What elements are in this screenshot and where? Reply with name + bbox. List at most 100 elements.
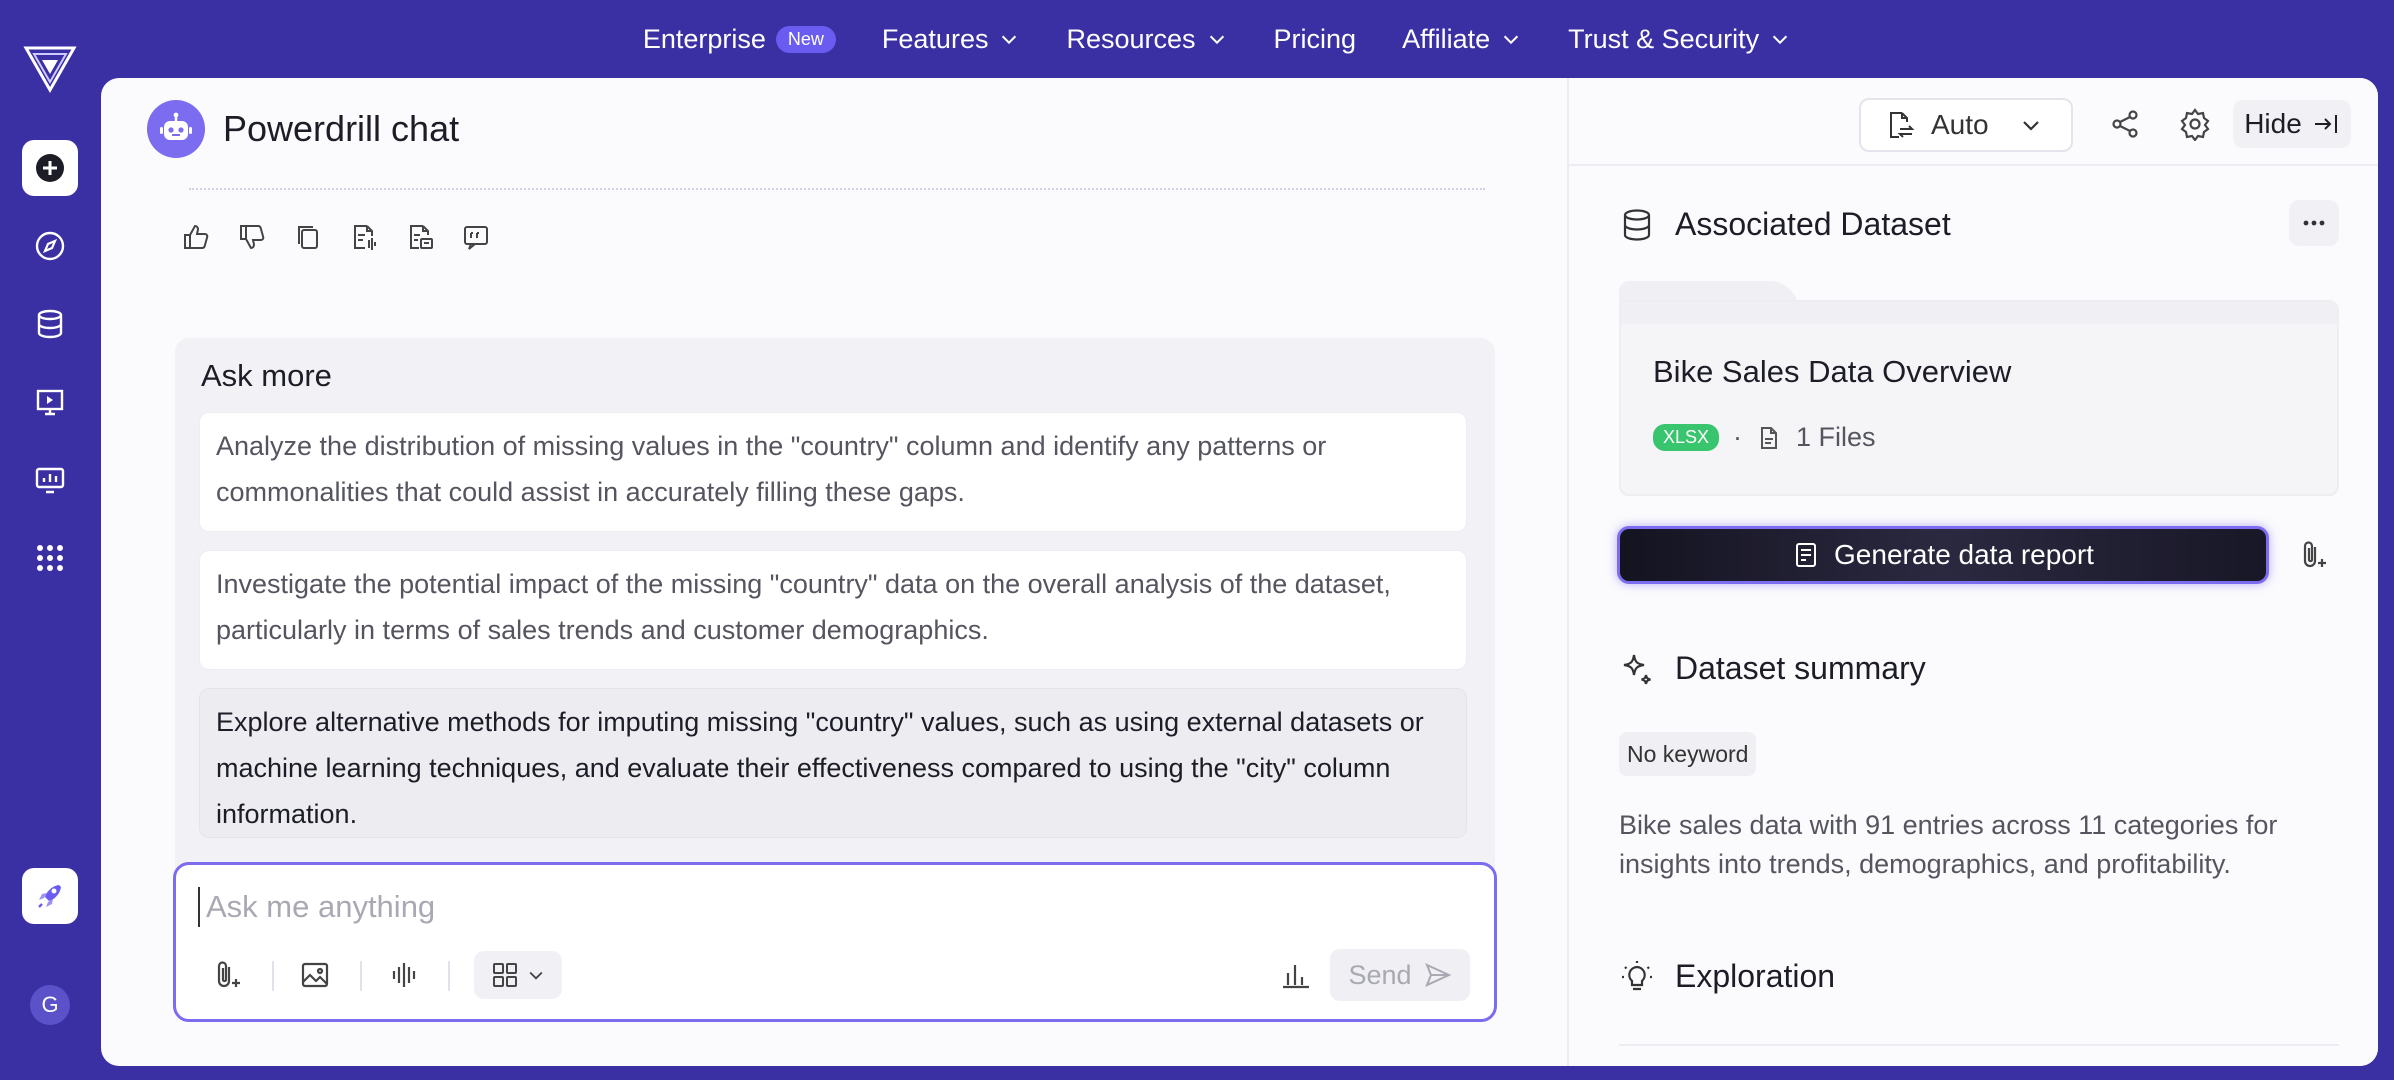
- message-actions: [181, 222, 491, 252]
- nav-resources[interactable]: Resources: [1066, 24, 1227, 55]
- sparkle-icon: [1623, 654, 1651, 684]
- section-title: Exploration: [1675, 958, 1836, 994]
- nav-trust-security[interactable]: Trust & Security: [1568, 24, 1791, 55]
- dataset-panel: Auto Hide Associated Dataset Bike Sales …: [1567, 78, 2378, 1066]
- report-icon: [1796, 543, 1817, 567]
- ask-more-title: Ask more: [201, 358, 332, 393]
- lightbulb-icon: [1622, 960, 1652, 990]
- toolbar-divider: [448, 961, 450, 991]
- ask-more-section: Ask more Analyze the distribution of mis…: [175, 338, 1495, 928]
- send-icon: [1424, 963, 1451, 987]
- upload-image-button[interactable]: [296, 955, 336, 995]
- nav-label: Resources: [1066, 23, 1196, 54]
- main-card: Powerdrill chat Ask more Analyze the dis…: [101, 78, 2378, 1066]
- sidebar-item-reports[interactable]: [22, 452, 78, 508]
- new-chat-icon: [36, 154, 64, 182]
- divider: [189, 188, 1485, 190]
- attach-dataset-button[interactable]: [2291, 532, 2337, 578]
- page-title: Powerdrill chat: [223, 108, 460, 149]
- dataset-more-button[interactable]: [2289, 200, 2339, 246]
- dataset-name: Bike Sales Data Overview: [1653, 354, 2012, 389]
- robot-icon: [160, 112, 192, 140]
- gear-icon: [2180, 108, 2210, 141]
- audio-wave-icon: [392, 963, 416, 987]
- dataset-summary-header: Dataset summary: [1619, 650, 1926, 687]
- share-button[interactable]: [2103, 102, 2147, 146]
- nav-label: Pricing: [1273, 23, 1357, 54]
- toolbar-divider: [360, 961, 362, 991]
- top-navigation: Enterprise New Features Resources Pricin…: [0, 0, 2394, 78]
- chevron-down-icon: [1503, 35, 1519, 45]
- send-button[interactable]: Send: [1330, 949, 1470, 1001]
- powerdrill-logo-icon[interactable]: [22, 40, 78, 96]
- chat-header: Powerdrill chat: [147, 100, 459, 158]
- divider: [1619, 1044, 2339, 1046]
- thumbs-down-icon[interactable]: [237, 222, 267, 252]
- copy-icon[interactable]: [293, 222, 323, 252]
- sidebar-item-explore[interactable]: [22, 218, 78, 274]
- meta-separator: ·: [1733, 422, 1743, 452]
- presentation-icon: [36, 389, 64, 416]
- collapse-right-icon: [2314, 115, 2337, 133]
- quote-icon[interactable]: [461, 222, 491, 252]
- mode-select-value: Auto: [1931, 109, 1989, 140]
- format-badge: XLSX: [1653, 424, 1720, 451]
- dataset-database-icon: [37, 309, 63, 339]
- left-sidebar: G: [0, 0, 100, 1080]
- grid-icon: [493, 963, 517, 987]
- keyword-chip: No keyword: [1619, 732, 1757, 776]
- report-doc-icon[interactable]: [405, 222, 435, 252]
- nav-affiliate[interactable]: Affiliate: [1402, 24, 1522, 55]
- database-icon: [1623, 208, 1651, 241]
- exploration-header: Exploration: [1619, 958, 1835, 995]
- attach-file-button[interactable]: [208, 955, 248, 995]
- card-band: [1621, 302, 2337, 324]
- bot-avatar: [147, 100, 205, 158]
- mode-select[interactable]: Auto: [1859, 98, 2073, 152]
- nav-label: Affiliate: [1402, 23, 1491, 54]
- nav-pricing[interactable]: Pricing: [1274, 24, 1357, 55]
- sidebar-item-presentations[interactable]: [22, 374, 78, 430]
- nav-label: Features: [881, 23, 989, 54]
- suggestion-item[interactable]: Explore alternative methods for imputing…: [199, 688, 1467, 838]
- dataset-card[interactable]: Bike Sales Data Overview XLSX · 1 Files: [1619, 300, 2339, 496]
- chevron-down-icon: [1002, 35, 1017, 45]
- chat-area: Powerdrill chat Ask more Analyze the dis…: [101, 78, 1567, 1066]
- apps-grid-icon: [37, 545, 63, 571]
- monitor-report-icon: [35, 467, 65, 494]
- hide-label: Hide: [2244, 108, 2302, 139]
- hide-panel-button[interactable]: Hide: [2233, 100, 2351, 148]
- suggestion-item[interactable]: Investigate the potential impact of the …: [199, 550, 1467, 670]
- chevron-down-icon: [529, 971, 543, 980]
- new-chat-button[interactable]: [22, 140, 78, 196]
- nav-label: Trust & Security: [1568, 23, 1760, 54]
- chevron-down-icon: [2022, 121, 2039, 131]
- sidebar-item-apps[interactable]: [22, 530, 78, 586]
- chat-input[interactable]: [198, 887, 1398, 927]
- sidebar-item-datasets[interactable]: [22, 296, 78, 352]
- dataset-meta: XLSX · 1 Files: [1653, 422, 1876, 453]
- toolbar-divider: [272, 961, 274, 991]
- new-badge: New: [775, 25, 836, 53]
- paperclip-plus-icon: [217, 961, 240, 988]
- voice-input-button[interactable]: [384, 955, 424, 995]
- launch-button[interactable]: [22, 868, 78, 924]
- chat-input-box: Send: [173, 862, 1497, 1022]
- nav-enterprise[interactable]: Enterprise New: [643, 24, 836, 55]
- tools-menu-button[interactable]: [474, 951, 562, 999]
- settings-button[interactable]: [2173, 102, 2217, 146]
- nav-features[interactable]: Features: [882, 24, 1021, 55]
- suggestion-item[interactable]: Analyze the distribution of missing valu…: [199, 412, 1467, 532]
- avatar[interactable]: G: [30, 985, 70, 1025]
- file-icon: [1761, 426, 1778, 449]
- generate-report-button[interactable]: Generate data report: [1617, 526, 2269, 584]
- panel-toolbar: Auto Hide: [1569, 78, 2378, 166]
- send-label: Send: [1348, 959, 1412, 990]
- thumbs-up-icon[interactable]: [181, 222, 211, 252]
- image-plus-icon: [301, 962, 329, 988]
- audio-doc-icon[interactable]: [349, 222, 379, 252]
- summary-text: Bike sales data with 91 entries across 1…: [1619, 810, 2278, 879]
- share-icon: [2112, 110, 2138, 138]
- file-swap-icon: [1890, 112, 1915, 138]
- chart-mode-button[interactable]: [1276, 955, 1316, 995]
